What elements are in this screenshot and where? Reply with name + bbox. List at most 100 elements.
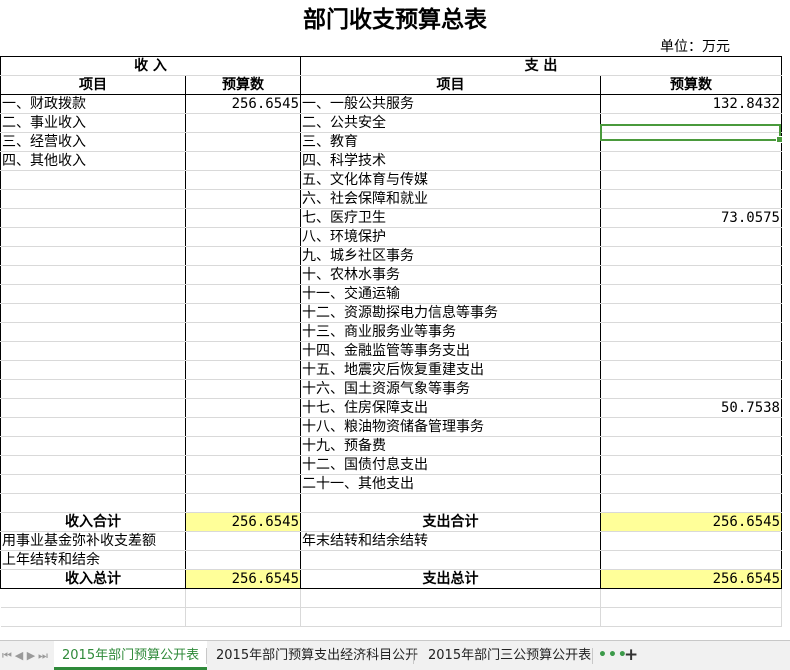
income-value-cell[interactable] <box>185 303 301 323</box>
expense-value-cell[interactable] <box>600 360 782 380</box>
expense-value-cell[interactable] <box>600 341 782 361</box>
income-item-cell[interactable]: 二、事业收入 <box>0 113 186 133</box>
sheet-tab-2[interactable]: 2015年部门预算支出经济科目公开 <box>208 641 426 670</box>
expense-item-cell[interactable]: 九、城乡社区事务 <box>300 246 601 266</box>
income-value-cell[interactable] <box>185 474 301 494</box>
income-value-cell[interactable] <box>185 322 301 342</box>
income-value-cell[interactable] <box>185 398 301 418</box>
expense-value-cell[interactable] <box>600 417 782 437</box>
carryover-value[interactable] <box>185 550 301 570</box>
fund-label[interactable]: 用事业基金弥补收支差额 <box>0 531 186 551</box>
empty-cell[interactable] <box>0 588 186 608</box>
empty-cell[interactable] <box>300 588 601 608</box>
income-item-cell[interactable] <box>0 493 186 513</box>
first-sheet-icon[interactable]: ⏮ <box>2 649 12 663</box>
prev-sheet-icon[interactable]: ◀ <box>14 649 24 663</box>
income-item-cell[interactable] <box>0 341 186 361</box>
income-subtotal-value[interactable]: 256.6545 <box>185 512 301 532</box>
expense-item-cell[interactable]: 三、教育 <box>300 132 601 152</box>
expense-value-cell[interactable] <box>600 303 782 323</box>
expense-value-cell[interactable] <box>600 113 782 133</box>
income-item-cell[interactable] <box>0 474 186 494</box>
fund-value[interactable] <box>185 531 301 551</box>
income-item-cell[interactable]: 三、经营收入 <box>0 132 186 152</box>
income-item-cell[interactable] <box>0 398 186 418</box>
expense-item-cell[interactable]: 十三、商业服务业等事务 <box>300 322 601 342</box>
expense-value-cell[interactable] <box>600 265 782 285</box>
last-sheet-icon[interactable]: ⏭ <box>38 649 48 663</box>
expense-item-cell[interactable]: 五、文化体育与传媒 <box>300 170 601 190</box>
expense-subtotal-value[interactable]: 256.6545 <box>600 512 782 532</box>
sheet-tab-3[interactable]: 2015年部门三公预算公开表 <box>420 641 599 670</box>
income-value-cell[interactable] <box>185 379 301 399</box>
expense-value-cell[interactable] <box>600 436 782 456</box>
expense-value-cell[interactable] <box>600 493 782 513</box>
expense-total-label[interactable]: 支出总计 <box>300 569 601 589</box>
income-value-cell[interactable] <box>185 170 301 190</box>
income-value-cell[interactable] <box>185 436 301 456</box>
spreadsheet-area[interactable]: 部门收支预算总表 单位：万元 收 入支 出项目 预算数 项目 预算数 一、财政拨款 256… <box>0 0 790 640</box>
expense-value-cell[interactable] <box>600 132 782 152</box>
expense-item-cell[interactable] <box>300 493 601 513</box>
expense-value-cell[interactable] <box>600 379 782 399</box>
expense-item-cell[interactable]: 四、科学技术 <box>300 151 601 171</box>
income-value-cell[interactable] <box>185 455 301 475</box>
income-item-header[interactable]: 项目 <box>0 75 186 95</box>
income-item-cell[interactable] <box>0 379 186 399</box>
empty-cell[interactable] <box>185 588 301 608</box>
expense-item-cell[interactable]: 一、一般公共服务 <box>300 94 601 114</box>
income-value-cell[interactable] <box>185 113 301 133</box>
next-sheet-icon[interactable]: ▶ <box>26 649 36 663</box>
expense-value-cell[interactable] <box>600 189 782 209</box>
income-item-cell[interactable] <box>0 322 186 342</box>
expense-item-cell[interactable]: 十七、住房保障支出 <box>300 398 601 418</box>
expense-total-value[interactable]: 256.6545 <box>600 569 782 589</box>
income-value-cell[interactable] <box>185 341 301 361</box>
year-end-label[interactable]: 年末结转和结余结转 <box>300 531 601 551</box>
empty-cell[interactable] <box>600 607 782 627</box>
expense-value-cell[interactable] <box>600 227 782 247</box>
income-value-cell[interactable] <box>185 493 301 513</box>
income-value-cell[interactable] <box>185 360 301 380</box>
income-item-cell[interactable] <box>0 265 186 285</box>
expense-item-cell[interactable]: 十二、国债付息支出 <box>300 455 601 475</box>
income-value-cell[interactable] <box>185 132 301 152</box>
expense-item-cell[interactable]: 十一、交通运输 <box>300 284 601 304</box>
expense-item-cell[interactable]: 十九、预备费 <box>300 436 601 456</box>
income-value-cell[interactable] <box>185 189 301 209</box>
income-item-cell[interactable]: 四、其他收入 <box>0 151 186 171</box>
income-item-cell[interactable] <box>0 455 186 475</box>
income-value-cell[interactable] <box>185 227 301 247</box>
income-item-cell[interactable] <box>0 284 186 304</box>
expense-item-cell[interactable]: 二、公共安全 <box>300 113 601 133</box>
income-value-cell[interactable] <box>185 265 301 285</box>
year-end-value[interactable] <box>600 531 782 551</box>
expense-item-cell[interactable]: 十四、金融监管等事务支出 <box>300 341 601 361</box>
empty-cell[interactable] <box>185 607 301 627</box>
income-item-cell[interactable]: 一、财政拨款 <box>0 94 186 114</box>
expense-item-cell[interactable]: 十二、资源勘探电力信息等事务 <box>300 303 601 323</box>
expense-value-cell[interactable] <box>600 455 782 475</box>
expense-item-cell[interactable]: 十六、国土资源气象等事务 <box>300 379 601 399</box>
income-value-cell[interactable]: 256.6545 <box>185 94 301 114</box>
expense-item-cell[interactable]: 六、社会保障和就业 <box>300 189 601 209</box>
income-item-cell[interactable] <box>0 360 186 380</box>
expense-subtotal-label[interactable]: 支出合计 <box>300 512 601 532</box>
income-item-cell[interactable] <box>0 189 186 209</box>
income-total-value[interactable]: 256.6545 <box>185 569 301 589</box>
sheet-tab-1[interactable]: 2015年部门预算公开表 <box>54 641 208 670</box>
income-value-cell[interactable] <box>185 284 301 304</box>
income-subtotal-label[interactable]: 收入合计 <box>0 512 186 532</box>
income-item-cell[interactable] <box>0 436 186 456</box>
expense-value-cell[interactable]: 132.8432 <box>600 94 782 114</box>
income-value-cell[interactable] <box>185 246 301 266</box>
empty-cell[interactable] <box>600 588 782 608</box>
income-item-cell[interactable] <box>0 246 186 266</box>
income-item-cell[interactable] <box>0 208 186 228</box>
empty-cell[interactable] <box>0 607 186 627</box>
expense-value-cell[interactable]: 50.7538 <box>600 398 782 418</box>
income-item-cell[interactable] <box>0 227 186 247</box>
expense-value-cell[interactable] <box>600 284 782 304</box>
expense-value-cell[interactable]: 73.0575 <box>600 208 782 228</box>
income-item-cell[interactable] <box>0 417 186 437</box>
